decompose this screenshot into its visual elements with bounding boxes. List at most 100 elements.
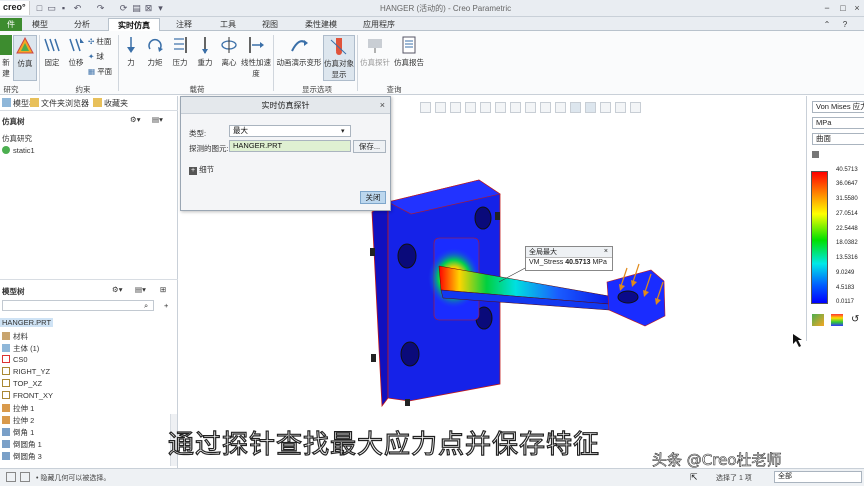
close-window-icon[interactable]: ⊠ xyxy=(143,3,154,14)
unit-select[interactable]: MPa xyxy=(812,117,864,129)
model-tree-settings-icon[interactable]: ⚙▾ xyxy=(112,285,123,294)
legend-refresh-icon[interactable]: ↺ xyxy=(851,314,859,325)
redo-icon[interactable]: ↷ xyxy=(95,3,106,14)
tab-view[interactable]: 视图 xyxy=(254,18,286,31)
linear-acceleration-button[interactable]: 线性加速度 xyxy=(240,35,272,79)
body-icon xyxy=(2,344,10,352)
model-tree-item-cs0[interactable]: CS0 xyxy=(2,355,28,364)
group-label-query: 查询 xyxy=(386,85,402,94)
regenerate-icon[interactable]: ⟳ xyxy=(118,3,129,14)
model-tree-item-extrude2[interactable]: 拉伸 2 xyxy=(2,415,34,426)
animate-deformation-button[interactable]: 动画演示变形 xyxy=(276,35,322,68)
new-study-button[interactable]: 新建 xyxy=(0,35,12,79)
status-window-icon[interactable] xyxy=(20,472,30,482)
material-icon xyxy=(2,332,10,340)
simulation-display-button[interactable]: 仿真对象 显示 xyxy=(323,35,355,81)
probe-close-icon[interactable]: × xyxy=(604,248,608,255)
displacement-constraint-button[interactable]: 位移 xyxy=(65,35,87,68)
probe-quantity: VM_Stress xyxy=(529,259,564,266)
details-toggle[interactable]: + 细节 xyxy=(189,164,214,175)
fixed-constraint-button[interactable]: 固定 xyxy=(41,35,63,68)
probe-icon xyxy=(368,39,382,53)
centrifugal-load-button[interactable]: 离心 xyxy=(218,35,240,68)
save-icon[interactable]: ▪ xyxy=(58,3,69,14)
force-load-button[interactable]: 力 xyxy=(120,35,142,68)
minimize-icon[interactable]: − xyxy=(820,2,834,14)
dialog-close-icon[interactable]: × xyxy=(380,100,385,110)
model-tree-item-round3[interactable]: 倒圆角 3 xyxy=(2,451,42,462)
close-button[interactable]: 关闭 xyxy=(360,191,386,204)
model-tree-item-material[interactable]: 材料 xyxy=(2,331,28,342)
model-tree-filter-icon[interactable]: ⊞ xyxy=(160,285,166,294)
moment-icon xyxy=(148,39,163,52)
model-tree-item-extrude1[interactable]: 拉伸 1 xyxy=(2,403,34,414)
tab-tools[interactable]: 工具 xyxy=(212,18,244,31)
undo-icon[interactable]: ↶ xyxy=(72,3,83,14)
customize-icon[interactable]: ▾ xyxy=(155,3,166,14)
model-tree-item-chamfer1[interactable]: 倒角 1 xyxy=(2,427,34,438)
round-icon xyxy=(2,452,10,460)
pressure-load-button[interactable]: 压力 xyxy=(168,35,192,68)
tab-applications[interactable]: 应用程序 xyxy=(356,18,402,31)
sim-study-item[interactable]: 仿真研究 xyxy=(2,133,32,144)
tab-live-simulation[interactable]: 实时仿真 xyxy=(108,18,160,31)
open-icon[interactable]: ▭ xyxy=(46,3,57,14)
model-tree-item-right[interactable]: RIGHT_YZ xyxy=(2,367,50,376)
search-icon[interactable]: ⌕ xyxy=(144,301,148,311)
quantity-select[interactable]: Von Mises 应力 xyxy=(812,101,864,113)
model-tree-item-hanger[interactable]: HANGER.PRT xyxy=(0,318,54,327)
model-tree-search-input[interactable] xyxy=(2,300,154,311)
model-tree-item-top[interactable]: TOP_XZ xyxy=(2,379,42,388)
help-icon[interactable]: ? xyxy=(838,18,852,31)
model-tree-icon xyxy=(2,98,11,107)
favorites-icon xyxy=(93,98,102,107)
model-tree-item-round1[interactable]: 倒圆角 1 xyxy=(2,439,42,450)
legend-style-icon[interactable] xyxy=(812,314,824,326)
cursor-icon[interactable]: ⇱ xyxy=(690,472,702,482)
dialog-title: 实时仿真探针 xyxy=(181,97,390,114)
save-button[interactable]: 保存... xyxy=(353,140,386,153)
type-dropdown-icon[interactable]: ▾ xyxy=(341,127,345,135)
display-select[interactable]: 曲面 xyxy=(812,133,864,145)
windows-icon[interactable]: ▤ xyxy=(131,3,142,14)
model-tree-item-front[interactable]: FRONT_XY xyxy=(2,391,53,400)
legend-value: 22.5448 xyxy=(836,226,858,232)
legend-value: 4.5183 xyxy=(836,285,855,291)
group-label-load: 载荷 xyxy=(189,85,205,94)
tab-folder-browser[interactable]: 文件夹浏览器 xyxy=(30,98,89,109)
tab-flexible-modeling[interactable]: 柔性建模 xyxy=(298,18,344,31)
static1-item[interactable]: static1 xyxy=(2,146,35,155)
tab-annotate[interactable]: 注释 xyxy=(168,18,200,31)
minimize-ribbon-icon[interactable]: ⌃ xyxy=(820,18,834,31)
gravity-load-button[interactable]: 重力 xyxy=(194,35,216,68)
type-select[interactable]: 最大 xyxy=(229,125,351,137)
tab-analysis[interactable]: 分析 xyxy=(66,18,98,31)
tab-favorites[interactable]: 收藏夹 xyxy=(93,98,128,109)
model-tree-item-body[interactable]: 主体 (1) xyxy=(2,343,39,354)
expand-icon[interactable]: + xyxy=(164,301,168,310)
moment-load-button[interactable]: 力矩 xyxy=(144,35,166,68)
close-icon[interactable]: × xyxy=(850,2,864,14)
probe-tooltip: 全局最大 × VM_Stress 40.5713 MPa xyxy=(525,246,613,271)
tab-file[interactable]: 件 xyxy=(0,18,22,31)
selection-filter[interactable]: 全部 xyxy=(774,471,862,483)
model-tree-show-icon[interactable]: ▤▾ xyxy=(135,285,146,294)
simulation-probe-button[interactable]: 仿真探针 xyxy=(360,35,390,68)
ball-constraint-button[interactable]: ✦ 球 xyxy=(88,51,104,62)
plane-constraint-button[interactable]: ▦ 平面 xyxy=(88,66,112,77)
legend-value: 9.0249 xyxy=(836,270,855,276)
status-toggle-icon[interactable] xyxy=(6,472,16,482)
sim-tree-show-icon[interactable]: ▤▾ xyxy=(152,115,163,124)
maximize-icon[interactable]: □ xyxy=(836,2,850,14)
sim-tree-settings-icon[interactable]: ⚙▾ xyxy=(130,115,141,124)
cylinder-constraint-button[interactable]: ✣ 柱面 xyxy=(88,36,111,47)
new-file-icon[interactable]: □ xyxy=(34,3,45,14)
tab-model[interactable]: 模型 xyxy=(24,18,56,31)
simulation-report-button[interactable]: 仿真报告 xyxy=(393,35,425,68)
entity-field[interactable]: HANGER.PRT xyxy=(229,140,351,152)
legend-colors-icon[interactable] xyxy=(831,314,843,326)
type-label: 类型: xyxy=(189,129,207,138)
simulate-button[interactable]: 仿真 xyxy=(13,35,37,81)
legend-collapse-icon[interactable] xyxy=(812,151,819,158)
entity-label: 探测的图元: xyxy=(189,144,229,153)
